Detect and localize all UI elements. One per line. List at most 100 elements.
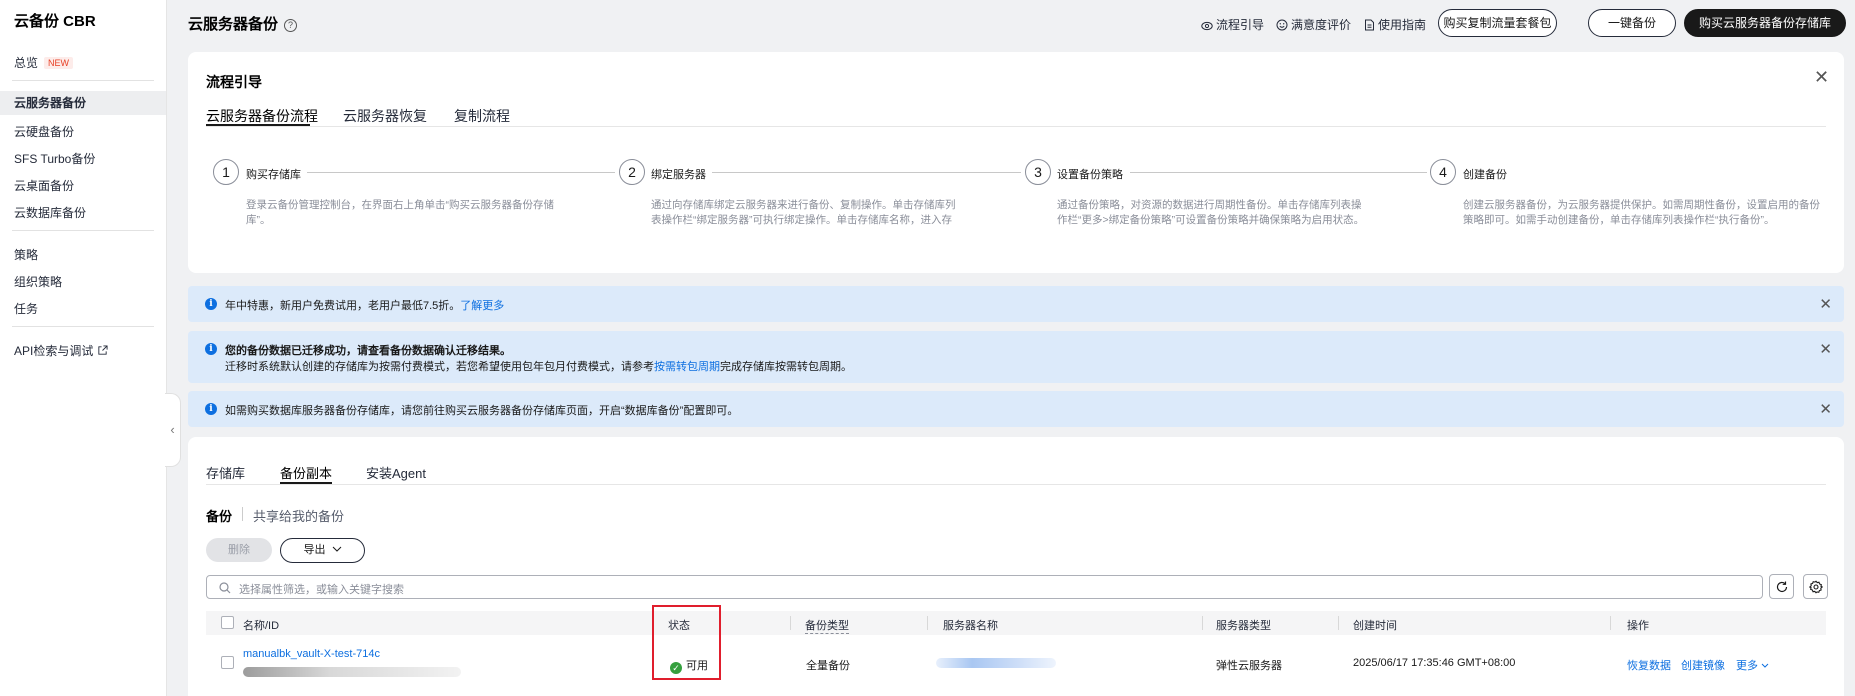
tab-backup-copies[interactable]: 备份副本: [280, 463, 332, 482]
user-guide-link[interactable]: 使用指南: [1364, 16, 1426, 33]
tab-install-agent[interactable]: 安装Agent: [366, 463, 426, 482]
column-separator: [927, 616, 928, 630]
notice-message: 完成存储库按需转包周期。: [720, 361, 852, 373]
notice-bold-text: 您的备份数据已迁移成功，请查看备份数据确认迁移结果。: [225, 345, 511, 357]
tab-vaults[interactable]: 存储库: [206, 463, 245, 482]
step-description: 通过向存储库绑定云服务器来进行备份、复制操作。单击存储库列表操作栏“绑定服务器”…: [651, 199, 956, 226]
database-notice: i 如需购买数据库服务器备份存储库，请您前往购买云服务器备份存储库页面，开启“数…: [188, 391, 1844, 427]
restore-data-link[interactable]: 恢复数据: [1627, 657, 1671, 673]
tab-divider: [206, 484, 1826, 485]
close-icon[interactable]: ✕: [1814, 68, 1829, 86]
settings-button[interactable]: [1803, 574, 1828, 599]
tab-restore-process[interactable]: 云服务器恢复: [343, 106, 427, 126]
learn-more-link[interactable]: 了解更多: [460, 300, 504, 312]
sidebar-item-label: 总览: [14, 56, 39, 70]
info-icon: i: [205, 403, 217, 415]
server-name-redacted[interactable]: [936, 658, 1056, 668]
step-connector: [712, 172, 1021, 173]
convert-billing-link[interactable]: 按需转包周期: [654, 361, 720, 373]
column-header-server-type: 服务器类型: [1216, 620, 1271, 632]
sidebar-item-api-explorer[interactable]: API检索与调试: [14, 342, 108, 359]
step-description: 创建云服务器备份，为云服务器提供保护。如需周期性备份，设置启用的备份策略即可。如…: [1463, 199, 1820, 226]
step-description: 通过备份策略，对资源的数据进行周期性备份。单击存储库列表操作栏“更多>绑定备份策…: [1057, 199, 1365, 226]
sidebar-item-tasks[interactable]: 任务: [14, 300, 38, 317]
step-number: 1: [213, 159, 239, 185]
divider: [12, 230, 154, 231]
subtab-shared-backups[interactable]: 共享给我的备份: [253, 506, 344, 525]
sidebar-item-overview[interactable]: 总览 NEW: [14, 54, 74, 71]
close-icon[interactable]: ✕: [1819, 295, 1832, 313]
migration-notice: i 您的备份数据已迁移成功，请查看备份数据确认迁移结果。 迁移时系统默认创建的存…: [188, 331, 1844, 383]
notice-text: 如需购买数据库服务器备份存储库，请您前往购买云服务器备份存储库页面，开启“数据库…: [225, 405, 739, 417]
export-label: 导出: [303, 544, 326, 556]
more-actions-link[interactable]: 更多: [1736, 657, 1769, 673]
sidebar-item-database-backup[interactable]: 云数据库备份: [14, 204, 86, 221]
backup-name-link[interactable]: manualbk_vault-X-test-714c: [243, 648, 380, 660]
tab-replication-process[interactable]: 复制流程: [454, 106, 510, 126]
help-icon[interactable]: ?: [284, 19, 298, 32]
info-icon: i: [205, 298, 217, 310]
divider: [12, 80, 154, 81]
status-highlight-box: [652, 605, 721, 680]
sidebar-item-policy[interactable]: 策略: [14, 246, 38, 263]
sidebar-item-cloud-server-backup[interactable]: 云服务器备份: [0, 91, 166, 115]
process-guide-link[interactable]: 流程引导: [1201, 16, 1264, 33]
document-icon: [1365, 19, 1374, 31]
table-header: [206, 611, 1826, 635]
column-header-server-name: 服务器名称: [943, 620, 998, 632]
search-input[interactable]: 选择属性筛选，或输入关键字搜索: [206, 575, 1763, 599]
sidebar-item-label: API检索与调试: [14, 344, 94, 358]
column-header-actions: 操作: [1627, 620, 1649, 632]
sidebar-item-org-policy[interactable]: 组织策略: [14, 273, 62, 290]
step-title: 绑定服务器: [651, 169, 706, 181]
create-image-link[interactable]: 创建镜像: [1681, 657, 1725, 673]
smile-icon: [1276, 19, 1288, 31]
close-icon[interactable]: ✕: [1819, 340, 1832, 358]
subtab-backups[interactable]: 备份: [206, 506, 232, 525]
active-tab-indicator: [280, 482, 332, 484]
gear-icon: [1809, 580, 1823, 594]
tab-backup-process[interactable]: 云服务器备份流程: [206, 106, 318, 126]
notice-message: 迁移时系统默认创建的存储库为按需付费模式，若您希望使用包年包月付费模式，请参考: [225, 361, 654, 373]
one-click-backup-button[interactable]: 一键备份: [1588, 9, 1676, 37]
row-checkbox[interactable]: [221, 656, 234, 669]
sidebar: 云备份 CBR 总览 NEW 云服务器备份 云硬盘备份 SFS Turbo备份 云…: [0, 0, 167, 696]
info-icon: i: [205, 343, 217, 355]
link-label: 满意度评价: [1291, 18, 1352, 32]
sidebar-collapse-button[interactable]: ‹: [165, 393, 181, 467]
column-header-backup-type[interactable]: 备份类型: [805, 617, 849, 634]
sidebar-item-desktop-backup[interactable]: 云桌面备份: [14, 177, 74, 194]
link-label: 流程引导: [1216, 18, 1265, 32]
page-title-text: 云服务器备份: [188, 16, 279, 33]
service-title: 云备份 CBR: [14, 13, 96, 30]
notice-title: 您的备份数据已迁移成功，请查看备份数据确认迁移结果。: [225, 342, 511, 358]
buy-vault-button[interactable]: 购买云服务器备份存储库: [1684, 9, 1846, 37]
delete-button[interactable]: 删除: [206, 538, 272, 562]
process-guide-card: [188, 52, 1844, 273]
created-time-cell: 2025/06/17 17:35:46 GMT+08:00: [1353, 657, 1516, 669]
step-number: 3: [1025, 159, 1051, 185]
step-title: 设置备份策略: [1057, 169, 1123, 181]
promo-notice: i 年中特惠，新用户免费试用，老用户最低7.5折。了解更多 ✕: [188, 286, 1844, 322]
step-connector: [1130, 172, 1427, 173]
select-all-checkbox[interactable]: [221, 616, 234, 629]
step-title: 创建备份: [1463, 169, 1507, 181]
close-icon[interactable]: ✕: [1819, 400, 1832, 418]
sidebar-item-disk-backup[interactable]: 云硬盘备份: [14, 123, 74, 140]
refresh-icon: [1776, 581, 1788, 593]
notice-text: 年中特惠，新用户免费试用，老用户最低7.5折。了解更多: [225, 297, 504, 313]
refresh-button[interactable]: [1769, 574, 1794, 599]
export-button[interactable]: 导出: [280, 538, 365, 563]
notice-message: 年中特惠，新用户免费试用，老用户最低7.5折。: [225, 300, 461, 312]
step-number: 4: [1430, 159, 1456, 185]
satisfaction-link[interactable]: 满意度评价: [1276, 16, 1351, 33]
search-icon: [219, 582, 231, 594]
chevron-down-icon: [1761, 663, 1769, 668]
chevron-down-icon: [332, 546, 341, 552]
external-link-icon: [98, 345, 108, 355]
column-separator: [1338, 616, 1339, 630]
sidebar-item-sfs-turbo-backup[interactable]: SFS Turbo备份: [14, 150, 95, 167]
buy-replication-package-button[interactable]: 购买复制流量套餐包: [1438, 9, 1557, 37]
chevron-left-icon: ‹: [170, 422, 175, 437]
column-separator: [1610, 616, 1611, 630]
